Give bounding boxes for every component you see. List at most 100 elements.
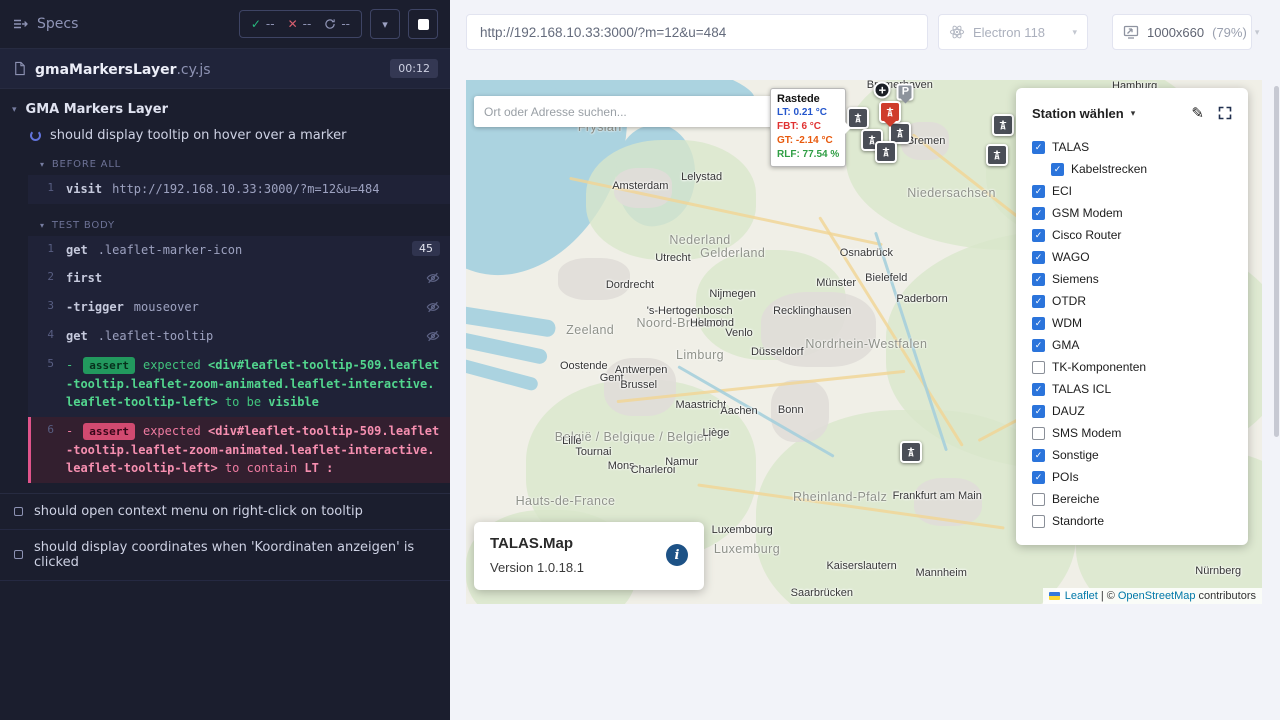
station-label: Siemens — [1052, 272, 1099, 286]
station-checkbox[interactable]: ✓ — [1032, 339, 1045, 352]
station-checkbox[interactable]: ✓ — [1032, 295, 1045, 308]
station-checkbox[interactable]: ✓ — [1032, 185, 1045, 198]
station-item[interactable]: ✓ DAUZ — [1032, 400, 1232, 422]
before-all-header[interactable]: ▾ BEFORE ALL — [28, 153, 450, 175]
active-test[interactable]: should display tooltip on hover over a m… — [0, 122, 450, 151]
station-item[interactable]: ✓TALAS ICL — [1032, 378, 1232, 400]
map-city-label: Dordrecht — [606, 279, 654, 291]
station-marker[interactable] — [986, 144, 1008, 166]
command-row[interactable]: 1visithttp://192.168.10.33:3000/?m=12&u=… — [28, 175, 450, 204]
map-region-label: Luxemburg — [714, 542, 780, 556]
station-item[interactable]: TK-Komponenten — [1032, 356, 1232, 378]
parking-marker[interactable]: P — [897, 84, 914, 101]
map-region-label: Gelderland — [700, 246, 765, 260]
station-item[interactable]: ✓Sonstige — [1032, 444, 1232, 466]
station-item[interactable]: ✓ Siemens — [1032, 268, 1232, 290]
pending-test[interactable]: should display coordinates when 'Koordin… — [0, 530, 450, 581]
station-select-dropdown[interactable]: Station wählen — [1032, 106, 1124, 121]
station-item[interactable]: ✓TALAS — [1032, 136, 1232, 158]
station-item[interactable]: Bereiche — [1032, 488, 1232, 510]
station-checkbox[interactable]: ✓ — [1032, 449, 1045, 462]
map-city-label: Antwerpen — [615, 364, 668, 376]
station-checkbox[interactable]: ✓ — [1032, 207, 1045, 220]
command-row[interactable]: 1get.leaflet-marker-icon45 — [28, 236, 450, 265]
stop-tests-button[interactable] — [408, 9, 438, 39]
station-label: DAUZ — [1052, 404, 1085, 418]
station-item[interactable]: ✓OTDR — [1032, 290, 1232, 312]
command-row[interactable]: 5-assertexpected <div#leaflet-tooltip-50… — [28, 351, 450, 417]
test-body-commands: 1get.leaflet-marker-icon452first3-trigge… — [28, 236, 450, 483]
station-marker[interactable] — [900, 441, 922, 463]
map-city-label: Lelystad — [681, 171, 722, 183]
station-item[interactable]: ✓Cisco Router — [1032, 224, 1232, 246]
map-city-label: Liège — [702, 427, 729, 439]
scrollbar-thumb[interactable] — [1274, 86, 1279, 437]
aut-url-bar[interactable]: http://192.168.10.33:3000/?m=12&u=484 — [466, 14, 928, 50]
station-checkbox[interactable]: ✓ — [1051, 163, 1064, 176]
command-row[interactable]: 2first — [28, 264, 450, 293]
station-label: ECI — [1052, 184, 1072, 198]
viewport-select[interactable]: 1000x660 (79%) ▾ — [1112, 14, 1252, 50]
station-checkbox[interactable]: ✓ — [1032, 383, 1045, 396]
stat-passed: ✓-- — [251, 17, 275, 31]
station-item[interactable]: ✓ ECI — [1032, 180, 1232, 202]
station-checkbox[interactable]: ✓ — [1032, 251, 1045, 264]
command-row[interactable]: 4get.leaflet-tooltip — [28, 322, 450, 351]
leaflet-link[interactable]: Leaflet — [1065, 590, 1098, 602]
station-checkbox[interactable] — [1032, 493, 1045, 506]
viewport-zoom: (79%) — [1212, 25, 1247, 40]
command-number: 3 — [34, 298, 54, 312]
station-marker[interactable] — [875, 141, 897, 163]
collapse-tests-button[interactable]: ▾ — [370, 9, 400, 39]
station-item[interactable]: Standorte — [1032, 510, 1232, 532]
info-icon[interactable]: i — [666, 544, 688, 566]
station-item[interactable]: ✓GMA — [1032, 334, 1232, 356]
app-version: Version 1.0.18.1 — [490, 560, 688, 575]
command-row[interactable]: 6-assertexpected <div#leaflet-tooltip-50… — [28, 417, 450, 483]
map-city-label: Paderborn — [896, 293, 947, 305]
station-item[interactable]: SMS Modem — [1032, 422, 1232, 444]
chevron-down-icon: ▾ — [1131, 108, 1136, 119]
map-city-label: Maastricht — [675, 399, 726, 411]
edit-icon[interactable]: ✎ — [1191, 104, 1204, 122]
chevron-down-icon: ▾ — [382, 18, 388, 31]
station-checkbox[interactable] — [1032, 361, 1045, 374]
station-checkbox[interactable]: ✓ — [1032, 273, 1045, 286]
station-item[interactable]: ✓WDM — [1032, 312, 1232, 334]
runner-header: http://192.168.10.33:3000/?m=12&u=484 El… — [450, 0, 1280, 64]
spec-header[interactable]: gmaMarkersLayer.cy.js 00:12 — [0, 49, 450, 89]
map-region-label: Zeeland — [566, 323, 614, 337]
station-checkbox[interactable]: ✓ — [1032, 229, 1045, 242]
station-checkbox[interactable] — [1032, 427, 1045, 440]
specs-menu-icon[interactable] — [12, 16, 28, 32]
map-city-label: Mannheim — [916, 567, 967, 579]
station-checkbox[interactable]: ✓ — [1032, 471, 1045, 484]
selected-station-marker[interactable] — [879, 101, 901, 123]
pending-test[interactable]: should open context menu on right-click … — [0, 494, 450, 530]
station-checkbox[interactable] — [1032, 515, 1045, 528]
station-item[interactable]: ✓GSM Modem — [1032, 202, 1232, 224]
fullscreen-icon[interactable] — [1218, 106, 1232, 120]
spec-name: gmaMarkersLayer — [35, 62, 176, 78]
test-body-header[interactable]: ▾ TEST BODY — [28, 214, 450, 236]
app-info-card: TALAS.Map Version 1.0.18.1 i — [474, 522, 704, 590]
chevron-down-icon: ▾ — [40, 160, 45, 169]
station-panel-header: Station wählen ▾ ✎ — [1032, 104, 1232, 122]
add-marker-button[interactable]: + — [874, 81, 891, 98]
station-marker[interactable] — [992, 114, 1014, 136]
suite-header[interactable]: ▾ GMA Markers Layer — [0, 89, 450, 122]
station-item[interactable]: ✓WAGO — [1032, 246, 1232, 268]
station-checkbox[interactable]: ✓ — [1032, 405, 1045, 418]
command-row[interactable]: 3-triggermouseover — [28, 293, 450, 322]
assert-badge: assert — [83, 423, 135, 440]
station-checkbox[interactable]: ✓ — [1032, 141, 1045, 154]
station-item[interactable]: ✓Kabelstrecken — [1032, 158, 1232, 180]
browser-select[interactable]: Electron 118 ▾ — [938, 14, 1088, 50]
station-checkbox[interactable]: ✓ — [1032, 317, 1045, 330]
map-search-input[interactable] — [484, 105, 780, 119]
map[interactable]: FryslânNederlandGelderlandZeelandNoord-B… — [466, 80, 1262, 604]
openstreetmap-link[interactable]: OpenStreetMap — [1118, 590, 1196, 602]
station-item[interactable]: ✓POIs — [1032, 466, 1232, 488]
command-body: get.leaflet-marker-icon — [66, 241, 404, 260]
map-city-label: Utrecht — [655, 252, 690, 264]
